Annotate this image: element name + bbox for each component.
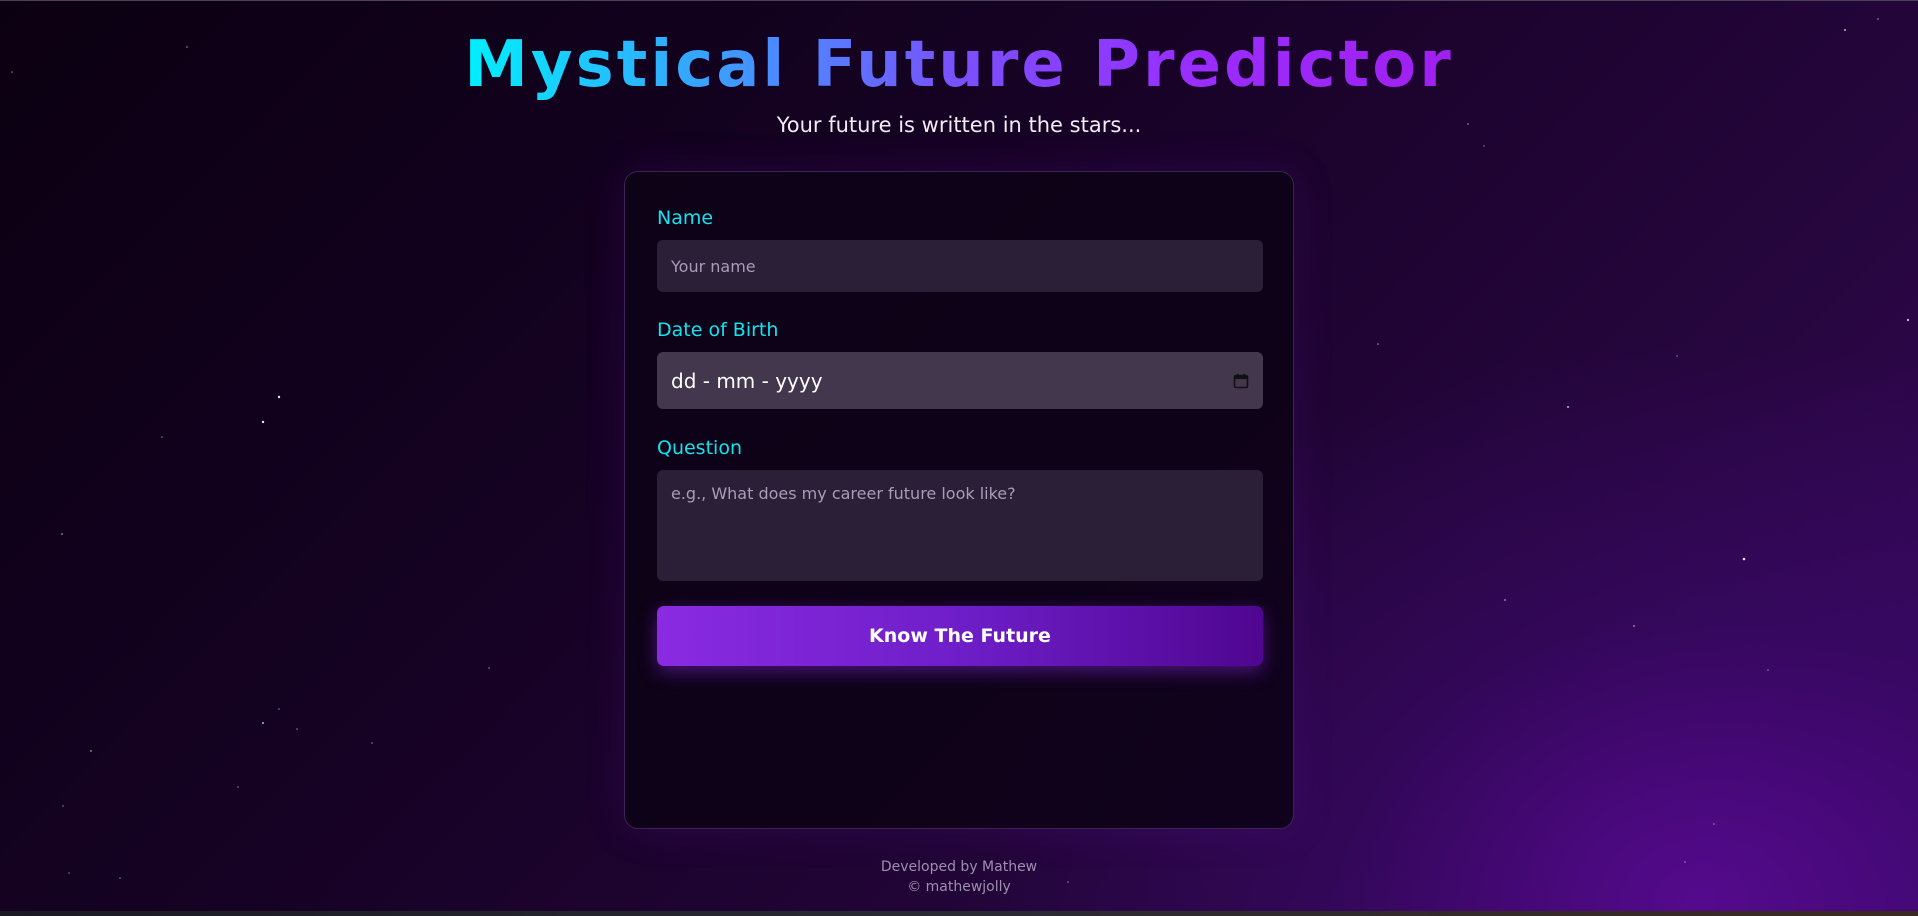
question-textarea[interactable]	[657, 470, 1263, 581]
name-input[interactable]	[657, 240, 1263, 292]
page-title: Mystical Future Predictor	[464, 28, 1454, 102]
know-the-future-button[interactable]: Know The Future	[657, 606, 1263, 666]
prediction-form-card: Name Date of Birth dd - mm - yyyy Questi…	[624, 171, 1294, 829]
name-label: Name	[657, 207, 714, 229]
footer-copyright: © mathewjolly	[907, 879, 1011, 895]
footer: Developed by Mathew © mathewjolly	[0, 857, 1918, 897]
footer-developer-credit: Developed by Mathew	[880, 859, 1038, 875]
question-label: Question	[657, 437, 742, 459]
dob-label: Date of Birth	[657, 319, 779, 341]
dob-date-input[interactable]: dd - mm - yyyy	[657, 352, 1263, 409]
window-top-border	[0, 0, 1918, 1]
window-bottom-border	[0, 911, 1918, 916]
calendar-icon[interactable]	[1233, 373, 1249, 389]
dob-value: dd - mm - yyyy	[671, 368, 823, 393]
page-subtitle: Your future is written in the stars...	[776, 113, 1142, 137]
